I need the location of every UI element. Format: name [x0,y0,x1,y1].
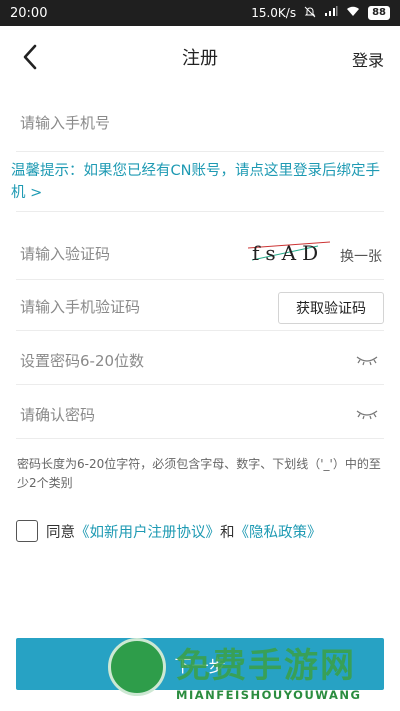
terms-link[interactable]: 《如新用户注册协议》 [75,521,220,542]
password-rule-text: 密码长度为6-20位字符，必须包含字母、数字、下划线（'_'）中的至少2个类别 [17,457,381,490]
wifi-icon [346,6,360,20]
agreement-row: 同意 《如新用户注册协议》 和 《隐私政策》 [16,520,322,542]
phone-row [16,98,384,152]
status-bar: 20:00 15.0K/s 88 [0,0,400,26]
status-icons: 15.0K/s 88 [251,6,390,21]
password-row [16,335,384,385]
watermark-subtitle: MIANFEISHOUYOUWANG [176,688,362,702]
confirm-password-input[interactable] [20,406,320,424]
eye-closed-icon[interactable] [356,409,378,421]
next-step-button[interactable]: 下一步 [16,638,384,690]
agree-and: 和 [220,524,235,541]
signal-icon [324,6,338,20]
confirm-password-row [16,389,384,439]
agree-prefix: 同意 [46,524,75,541]
eye-closed-icon[interactable] [356,355,378,367]
sms-row: 获取验证码 [16,281,384,331]
captcha-input[interactable] [20,245,240,263]
divider [16,211,384,212]
battery-icon: 88 [368,6,390,20]
password-input[interactable] [20,352,320,370]
privacy-link[interactable]: 《隐私政策》 [235,521,322,542]
back-button[interactable] [14,40,46,74]
captcha-refresh-button[interactable]: 换一张 [340,246,382,266]
mute-icon [304,6,316,21]
agree-checkbox[interactable] [16,520,38,542]
get-code-button[interactable]: 获取验证码 [278,292,384,324]
sms-code-input[interactable] [20,298,260,316]
back-arrow-icon [23,44,37,70]
captcha-row: fsAD 换一张 [16,228,384,280]
network-speed: 15.0K/s [251,6,297,20]
login-link[interactable]: 登录 [352,47,384,71]
phone-input[interactable] [20,114,360,132]
captcha-image[interactable]: fsAD [248,236,330,266]
bind-hint-link[interactable]: 温馨提示：如果您已经有CN账号，请点这里登录后绑定手机 > [11,160,381,204]
page-title: 注册 [182,48,218,69]
status-time: 20:00 [10,5,48,21]
nav-bar: 注册 登录 [0,26,400,88]
captcha-text: fsAD [252,241,324,265]
